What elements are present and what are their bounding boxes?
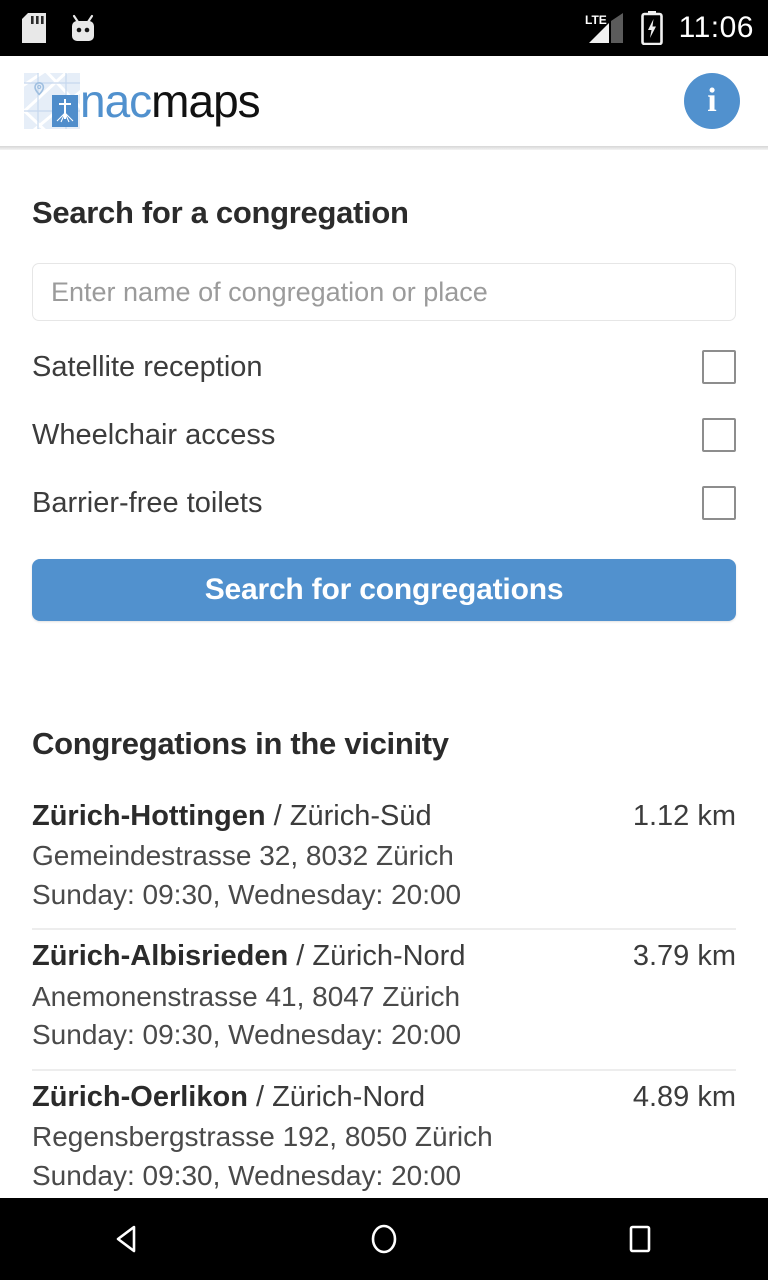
svg-text:LTE: LTE [585,13,607,27]
option-wheelchair-access[interactable]: Wheelchair access [32,401,736,469]
title-separator: / [247,1080,273,1113]
nacmaps-map-logo-icon [24,73,80,129]
congregation-distance: 1.12 km [632,800,736,832]
option-label: Wheelchair access [32,418,276,451]
brand-text-nac: nac [80,75,152,127]
congregation-service-times: Sunday: 09:30, Wednesday: 20:00 [32,1159,462,1191]
list-item[interactable]: Zürich-Oerlikon / Zürich-Nord 4.89 km Re… [32,1071,736,1198]
option-satellite-reception[interactable]: Satellite reception [32,333,736,401]
sd-card-icon [22,13,46,43]
result-title: Zürich-Albisrieden / Zürich-Nord [32,936,465,977]
congregation-name: Zürich-Albisrieden [32,940,289,973]
congregation-distance: 3.79 km [632,940,736,973]
search-section-title: Search for a congregation [32,195,409,230]
app-screen: LTE 11:06 nacmaps i Search for a congreg… [0,0,768,1280]
congregation-district: Zürich-Süd [289,800,432,832]
checkbox-wheelchair-access[interactable] [702,418,736,452]
brand-text-maps: maps [151,75,260,127]
checkbox-barrier-free-toilets[interactable] [702,486,736,520]
status-bar-clock: 11:06 [678,11,754,44]
result-title: Zürich-Oerlikon / Zürich-Nord [32,1077,425,1118]
main-content: Search for a congregation Satellite rece… [0,150,768,1198]
battery-charging-icon [640,11,663,45]
android-navigation-bar [0,1198,768,1280]
congregation-distance: 4.89 km [632,1080,736,1113]
vicinity-section-title: Congregations in the vicinity [32,726,449,761]
result-header-row: Zürich-Oerlikon / Zürich-Nord 4.89 km [32,1077,736,1118]
congregation-address: Anemonenstrasse 41, 8047 Zürich [32,980,461,1012]
back-triangle-icon[interactable] [68,1198,188,1280]
congregation-address: Regensbergstrasse 192, 8050 Zürich [32,1121,493,1153]
app-header: nacmaps i [0,56,768,146]
home-circle-icon[interactable] [324,1198,444,1280]
status-bar-right-icons: LTE 11:06 [585,11,754,45]
status-bar: LTE 11:06 [0,0,768,56]
option-label: Barrier-free toilets [32,486,263,519]
result-title: Zürich-Hottingen / Zürich-Süd [32,796,432,837]
search-for-congregations-button[interactable]: Search for congregations [32,559,736,621]
info-button-label: i [707,82,717,119]
info-icon[interactable]: i [684,73,740,129]
app-brand[interactable]: nacmaps [24,73,261,129]
title-separator: / [288,940,313,973]
congregation-results-list: Zürich-Hottingen / Zürich-Süd 1.12 km Ge… [32,790,736,1198]
lte-signal-icon: LTE [585,11,629,45]
congregation-address: Gemeindestrasse 32, 8032 Zürich [32,840,454,872]
recents-square-icon[interactable] [580,1198,700,1280]
title-separator: / [265,800,290,832]
brand-wordmark: nacmaps [80,75,261,127]
android-icon [68,13,98,43]
list-item[interactable]: Zürich-Albisrieden / Zürich-Nord 3.79 km… [32,930,736,1071]
option-label: Satellite reception [32,350,263,383]
result-header-row: Zürich-Albisrieden / Zürich-Nord 3.79 km [32,936,736,977]
result-header-row: Zürich-Hottingen / Zürich-Süd 1.12 km [32,796,736,837]
checkbox-satellite-reception[interactable] [702,350,736,384]
congregation-district: Zürich-Nord [312,940,466,973]
congregation-service-times: Sunday: 09:30, Wednesday: 20:00 [32,1019,462,1051]
congregation-district: Zürich-Nord [272,1080,426,1113]
congregation-name: Zürich-Oerlikon [32,1080,248,1113]
option-barrier-free-toilets[interactable]: Barrier-free toilets [32,469,736,537]
congregation-name: Zürich-Hottingen [32,800,266,832]
congregation-service-times: Sunday: 09:30, Wednesday: 20:00 [32,878,462,910]
list-item[interactable]: Zürich-Hottingen / Zürich-Süd 1.12 km Ge… [32,790,736,931]
search-input[interactable] [32,263,736,321]
status-bar-left-icons [22,13,98,43]
